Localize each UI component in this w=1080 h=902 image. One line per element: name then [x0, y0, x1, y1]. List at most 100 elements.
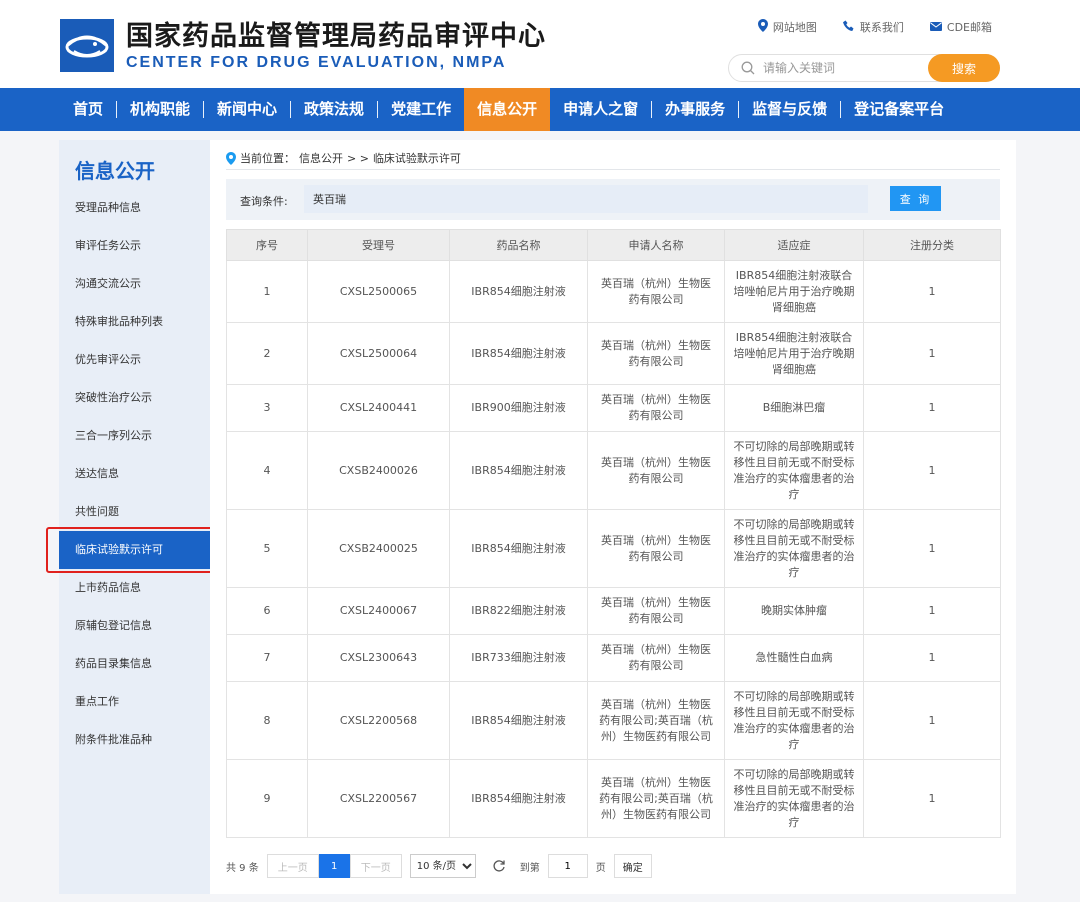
next-page-button[interactable]: 下一页	[349, 854, 402, 878]
query-button[interactable]: 查 询	[890, 186, 941, 211]
sidebar-item[interactable]: 送达信息	[59, 455, 210, 493]
column-header-accept-no: 受理号	[307, 229, 450, 261]
nav-item-services[interactable]: 办事服务	[652, 88, 738, 131]
sidebar-item[interactable]: 审评任务公示	[59, 227, 210, 265]
cell-drug-name: IBR900细胞注射液	[449, 384, 588, 432]
nav-item-registration[interactable]: 登记备案平台	[841, 88, 957, 131]
cell-category: 1	[863, 431, 1001, 510]
cell-indication: 不可切除的局部晚期或转移性且目前无或不耐受标准治疗的实体瘤患者的治疗	[724, 509, 864, 588]
sidebar-item[interactable]: 原辅包登记信息	[59, 607, 210, 645]
cell-indication: 急性髓性白血病	[724, 634, 864, 682]
cell-drug-name: IBR854细胞注射液	[449, 431, 588, 510]
sitemap-link[interactable]: 网站地图	[757, 19, 817, 35]
results-table: 序号 受理号 药品名称 申请人名称 适应症 注册分类 1 CXSL2500065 I…	[226, 229, 1001, 838]
cell-indication: B细胞淋巴瘤	[724, 384, 864, 432]
cell-applicant: 英百瑞（杭州）生物医药有限公司;英百瑞（杭州）生物医药有限公司	[587, 681, 725, 760]
sidebar-item[interactable]: 共性问题	[59, 493, 210, 531]
cell-accept-no: CXSL2300643	[307, 634, 450, 682]
sidebar-item[interactable]: 受理品种信息	[59, 189, 210, 227]
sidebar-item[interactable]: 三合一序列公示	[59, 417, 210, 455]
location-pin-icon	[226, 151, 236, 165]
cell-applicant: 英百瑞（杭州）生物医药有限公司	[587, 260, 725, 323]
sidebar-item[interactable]: 特殊审批品种列表	[59, 303, 210, 341]
search-button[interactable]: 搜索	[928, 54, 1000, 82]
nav-item-party[interactable]: 党建工作	[378, 88, 464, 131]
nmpa-logo[interactable]	[60, 19, 114, 72]
page-unit-label: 页	[595, 862, 606, 874]
cell-accept-no: CXSL2200568	[307, 681, 450, 760]
sidebar-item[interactable]: 上市药品信息	[59, 569, 210, 607]
cell-applicant: 英百瑞（杭州）生物医药有限公司	[587, 322, 725, 385]
table-row: 5 CXSB2400025 IBR854细胞注射液 英百瑞（杭州）生物医药有限公司 不可…	[226, 509, 1001, 588]
sidebar-item[interactable]: 附条件批准品种	[59, 721, 210, 759]
table-header-row: 序号 受理号 药品名称 申请人名称 适应症 注册分类	[226, 229, 1001, 261]
cell-no: 3	[226, 384, 308, 432]
column-header-indication: 适应症	[724, 229, 864, 261]
nav-item-home[interactable]: 首页	[60, 88, 116, 131]
cell-accept-no: CXSL2500065	[307, 260, 450, 323]
site-header: 国家药品监督管理局药品审评中心 CENTER FOR DRUG EVALUATI…	[0, 0, 1080, 88]
column-header-no: 序号	[226, 229, 308, 261]
table-row: 3 CXSL2400441 IBR900细胞注射液 英百瑞（杭州）生物医药有限公司 B细…	[226, 384, 1001, 432]
cell-drug-name: IBR854细胞注射液	[449, 681, 588, 760]
cell-category: 1	[863, 509, 1001, 588]
table-row: 2 CXSL2500064 IBR854细胞注射液 英百瑞（杭州）生物医药有限公司 IB…	[226, 322, 1001, 385]
breadcrumb-divider	[226, 169, 1000, 170]
goto-page-input[interactable]	[547, 854, 588, 878]
contact-link[interactable]: 联系我们	[842, 19, 904, 35]
refresh-icon[interactable]	[492, 859, 506, 873]
page-size-select[interactable]: 10 条/页	[409, 854, 476, 878]
top-links: 网站地图 联系我们 CDE邮箱	[757, 19, 992, 35]
cell-indication: 不可切除的局部晚期或转移性且目前无或不耐受标准治疗的实体瘤患者的治疗	[724, 759, 864, 838]
goto-confirm-button[interactable]: 确定	[613, 854, 652, 878]
nav-item-policy[interactable]: 政策法规	[291, 88, 377, 131]
nav-item-functions[interactable]: 机构职能	[117, 88, 203, 131]
search-input[interactable]	[763, 58, 923, 78]
sitemap-label: 网站地图	[772, 21, 817, 34]
cell-no: 7	[226, 634, 308, 682]
sidebar: 信息公开 受理品种信息 审评任务公示 沟通交流公示 特殊审批品种列表 优先审评公示 突破性…	[59, 140, 210, 894]
mail-icon	[929, 20, 942, 34]
cell-drug-name: IBR733细胞注射液	[449, 634, 588, 682]
cde-mail-label: CDE邮箱	[946, 21, 992, 34]
nav-item-info-disclosure[interactable]: 信息公开	[464, 88, 551, 131]
sidebar-item[interactable]: 突破性治疗公示	[59, 379, 210, 417]
main-nav: 首页 机构职能 新闻中心 政策法规 党建工作 信息公开 申请人之窗 办事服务 监…	[0, 88, 1080, 131]
nav-item-applicant[interactable]: 申请人之窗	[550, 88, 651, 131]
cell-applicant: 英百瑞（杭州）生物医药有限公司	[587, 431, 725, 510]
page-number-button[interactable]: 1	[318, 854, 350, 878]
cell-applicant: 英百瑞（杭州）生物医药有限公司;英百瑞（杭州）生物医药有限公司	[587, 759, 725, 838]
cell-category: 1	[863, 384, 1001, 432]
sidebar-item[interactable]: 优先审评公示	[59, 341, 210, 379]
phone-icon	[842, 20, 855, 35]
cell-drug-name: IBR854细胞注射液	[449, 759, 588, 838]
main-panel: 当前位置： 信息公开 > > 临床试验默示许可 查询条件: 查 询 序号 受理号…	[210, 140, 1016, 894]
cde-mail-link[interactable]: CDE邮箱	[929, 19, 992, 35]
query-input[interactable]	[304, 185, 868, 213]
column-header-applicant: 申请人名称	[587, 229, 725, 261]
prev-page-button[interactable]: 上一页	[266, 854, 319, 878]
query-label: 查询条件:	[240, 195, 288, 208]
sidebar-item[interactable]: 沟通交流公示	[59, 265, 210, 303]
table-row: 8 CXSL2200568 IBR854细胞注射液 英百瑞（杭州）生物医药有限公司;英…	[226, 681, 1001, 760]
sidebar-item[interactable]: 重点工作	[59, 683, 210, 721]
contact-label: 联系我们	[859, 21, 904, 34]
nav-item-feedback[interactable]: 监督与反馈	[739, 88, 840, 131]
cell-accept-no: CXSL2400441	[307, 384, 450, 432]
sidebar-item[interactable]: 药品目录集信息	[59, 645, 210, 683]
cell-category: 1	[863, 322, 1001, 385]
nav-item-news[interactable]: 新闻中心	[204, 88, 290, 131]
breadcrumb-section[interactable]: 信息公开	[299, 150, 343, 166]
site-title: 国家药品监督管理局药品审评中心	[126, 21, 546, 52]
site-subtitle: CENTER FOR DRUG EVALUATION, NMPA	[126, 54, 507, 71]
table-row: 9 CXSL2200567 IBR854细胞注射液 英百瑞（杭州）生物医药有限公司;英…	[226, 759, 1001, 838]
cell-no: 2	[226, 322, 308, 385]
goto-label: 到第	[519, 862, 540, 874]
cell-no: 1	[226, 260, 308, 323]
cell-category: 1	[863, 634, 1001, 682]
site-search: 搜索	[728, 54, 1000, 82]
cell-indication: IBR854细胞注射液联合培唑帕尼片用于治疗晚期肾细胞癌	[724, 260, 864, 323]
sidebar-item[interactable]: 临床试验默示许可	[59, 531, 210, 569]
cell-indication: 不可切除的局部晚期或转移性且目前无或不耐受标准治疗的实体瘤患者的治疗	[724, 681, 864, 760]
cell-accept-no: CXSB2400025	[307, 509, 450, 588]
